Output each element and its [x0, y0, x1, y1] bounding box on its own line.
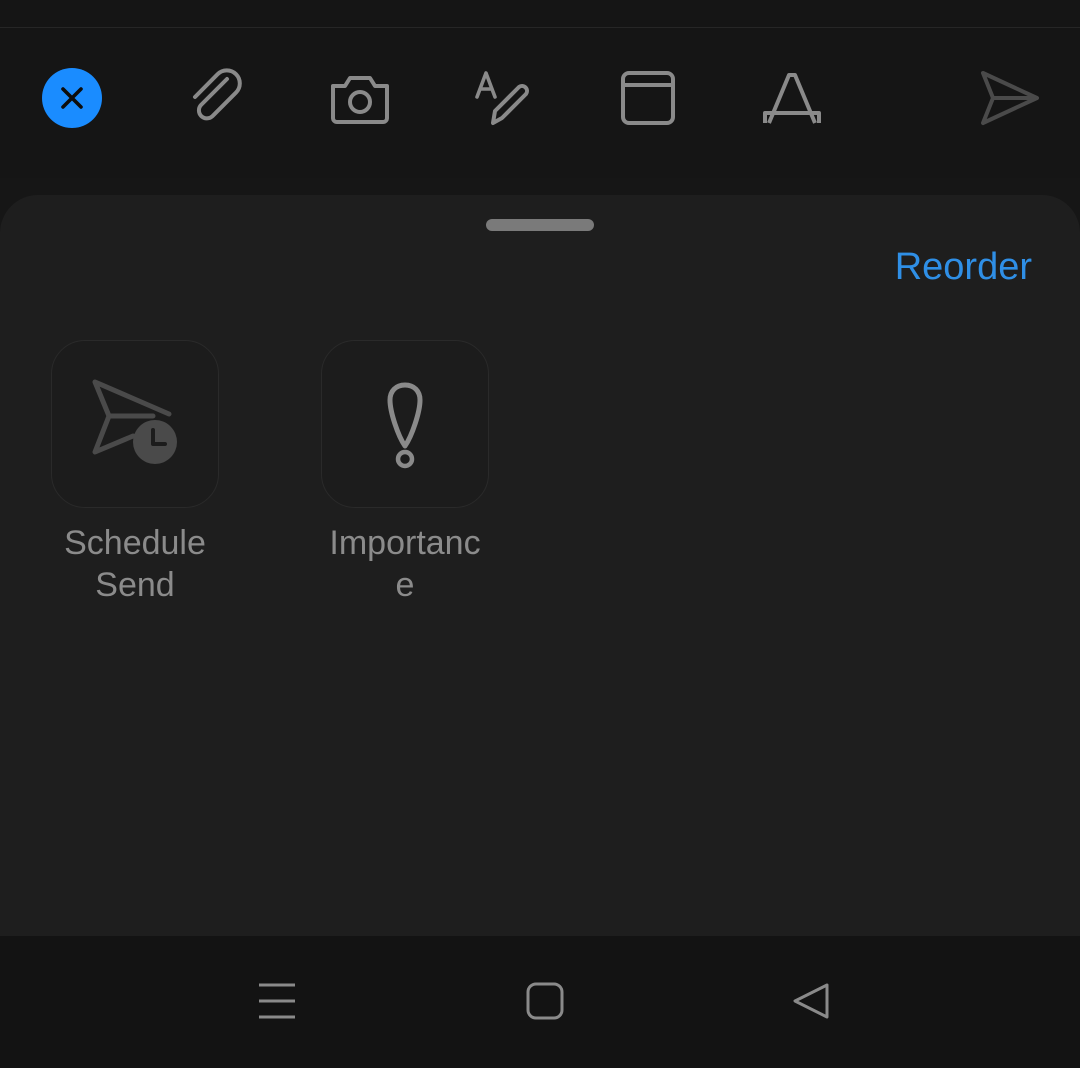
schedule-send-action[interactable]: Schedule Send — [51, 340, 219, 606]
paperclip-icon — [193, 68, 242, 121]
system-navigation-bar — [0, 936, 1080, 1068]
importance-action[interactable]: Importance — [321, 340, 489, 606]
reorder-button[interactable]: Reorder — [895, 243, 1032, 291]
back-button[interactable] — [776, 966, 846, 1036]
format-button[interactable] — [752, 58, 832, 138]
schedule-send-tile[interactable] — [51, 340, 219, 508]
importance-icon — [387, 382, 423, 469]
schedule-send-icon — [92, 379, 177, 464]
status-strip — [0, 0, 1080, 28]
send-button[interactable] — [968, 58, 1048, 138]
importance-label: Importance — [329, 524, 481, 604]
camera-icon — [331, 76, 389, 124]
schedule-send-label: Schedule Send — [64, 524, 206, 604]
camera-button[interactable] — [320, 58, 400, 138]
compose-screen: Reorder Schedule Send Importance — [0, 0, 1080, 1068]
window-icon — [621, 71, 675, 125]
template-button[interactable] — [608, 58, 688, 138]
menu-icon — [259, 983, 295, 1019]
sheet-drag-handle[interactable] — [486, 219, 594, 231]
recent-apps-button[interactable] — [242, 966, 312, 1036]
home-square-icon — [526, 982, 564, 1020]
draw-icon — [475, 71, 529, 125]
importance-tile[interactable] — [321, 340, 489, 508]
compose-toolbar — [0, 28, 1080, 178]
back-triangle-icon — [793, 983, 829, 1019]
close-icon — [61, 87, 83, 109]
home-button[interactable] — [510, 966, 580, 1036]
actions-sheet: Reorder Schedule Send Importance — [0, 195, 1080, 936]
attach-button[interactable] — [176, 58, 256, 138]
draw-button[interactable] — [464, 58, 544, 138]
send-icon — [981, 71, 1039, 125]
close-button[interactable] — [42, 68, 102, 128]
text-format-icon — [763, 73, 821, 124]
